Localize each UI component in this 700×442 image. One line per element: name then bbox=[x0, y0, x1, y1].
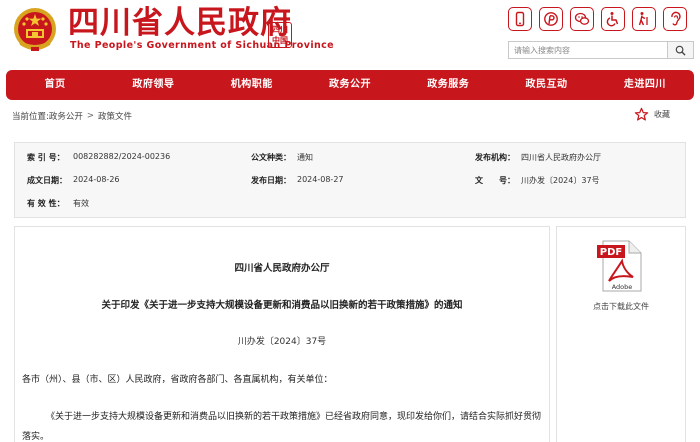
national-emblem-icon bbox=[14, 8, 56, 51]
article-issuer: 四川省人民政府办公厅 bbox=[234, 263, 330, 274]
accessibility-icon[interactable] bbox=[601, 7, 625, 31]
article-title: 关于印发《关于进一步支持大规模设备更新和消费品以旧换新的若干政策措施》的通知 bbox=[101, 300, 463, 311]
nav-leaders[interactable]: 政府领导 bbox=[104, 70, 202, 100]
info-index: 索 引 号： 008282882/2024-00236 bbox=[27, 152, 170, 163]
nav-functions[interactable]: 机构职能 bbox=[203, 70, 301, 100]
breadcrumb-prefix: 当前位置: bbox=[12, 112, 49, 122]
info-docno-value: 川办发〔2024〕37号 bbox=[521, 176, 600, 185]
info-org-value: 四川省人民政府办公厅 bbox=[521, 153, 601, 162]
info-index-label: 索 引 号： bbox=[27, 153, 65, 162]
info-type-value: 通知 bbox=[297, 153, 313, 162]
adobe-text: Adobe bbox=[612, 283, 633, 291]
pdf-file-icon[interactable]: PDF Adobe bbox=[597, 239, 643, 293]
site-title[interactable]: 四川省人民政府 bbox=[68, 5, 292, 41]
nav-about-sichuan[interactable]: 走进四川 bbox=[596, 70, 694, 100]
info-org: 发布机构： 四川省人民政府办公厅 bbox=[475, 152, 601, 163]
info-created: 成文日期： 2024-08-26 bbox=[27, 175, 120, 186]
info-validity: 有 效 性： 有效 bbox=[27, 198, 89, 209]
breadcrumb-item-public-affairs[interactable]: 政务公开 bbox=[49, 110, 83, 122]
nav-services[interactable]: 政务服务 bbox=[399, 70, 497, 100]
download-panel: PDF Adobe 点击下载此文件 bbox=[556, 226, 686, 442]
article-paragraph: 《关于进一步支持大规模设备更新和消费品以旧换新的若干政策措施》已经省政府同意，现… bbox=[22, 412, 542, 442]
info-validity-value: 有效 bbox=[73, 199, 89, 208]
star-icon bbox=[634, 107, 649, 121]
download-file-link[interactable]: 点击下载此文件 bbox=[557, 301, 685, 312]
wechat-icon[interactable] bbox=[570, 7, 594, 31]
search-input[interactable] bbox=[509, 42, 659, 58]
header-tools bbox=[508, 7, 687, 31]
article-body: 四川省人民政府办公厅 关于印发《关于进一步支持大规模设备更新和消费品以旧换新的若… bbox=[14, 226, 550, 442]
info-created-value: 2024-08-26 bbox=[73, 175, 120, 184]
favorite-button[interactable]: 收藏 bbox=[634, 107, 670, 122]
pinterest-icon[interactable] bbox=[539, 7, 563, 31]
search-button[interactable] bbox=[667, 42, 693, 58]
info-created-label: 成文日期： bbox=[27, 176, 67, 185]
info-published: 发布日期： 2024-08-27 bbox=[251, 175, 344, 186]
pdf-badge-text: PDF bbox=[600, 247, 622, 258]
site-seal: 四川 中国 bbox=[268, 22, 292, 48]
info-docno: 文 号： 川办发〔2024〕37号 bbox=[475, 175, 600, 186]
search-icon bbox=[675, 45, 686, 56]
breadcrumb-item-policy-docs[interactable]: 政策文件 bbox=[98, 110, 132, 122]
ear-icon[interactable] bbox=[663, 7, 687, 31]
breadcrumb-separator: > bbox=[86, 111, 95, 121]
info-type: 公文种类： 通知 bbox=[251, 152, 313, 163]
document-info-panel: 索 引 号： 008282882/2024-00236 公文种类： 通知 发布机… bbox=[14, 142, 686, 218]
main-nav: 首页 政府领导 机构职能 政务公开 政务服务 政民互动 走进四川 bbox=[6, 70, 694, 100]
nav-home[interactable]: 首页 bbox=[6, 70, 104, 100]
info-docno-label: 文 号： bbox=[475, 176, 515, 185]
info-validity-label: 有 效 性： bbox=[27, 199, 65, 208]
info-index-value: 008282882/2024-00236 bbox=[73, 152, 171, 161]
article-doc-number: 川办发〔2024〕37号 bbox=[237, 337, 327, 347]
phone-icon[interactable] bbox=[508, 7, 532, 31]
info-published-value: 2024-08-27 bbox=[297, 175, 344, 184]
elderly-icon[interactable] bbox=[632, 7, 656, 31]
info-published-label: 发布日期： bbox=[251, 176, 291, 185]
site-subtitle: The People's Government of Sichuan Provi… bbox=[70, 40, 335, 51]
info-org-label: 发布机构： bbox=[475, 153, 515, 162]
article-paragraph: 各市（州）、县（市、区）人民政府，省政府各部门、各直属机构，有关单位： bbox=[22, 375, 333, 385]
favorite-label: 收藏 bbox=[654, 110, 670, 119]
nav-interaction[interactable]: 政民互动 bbox=[497, 70, 595, 100]
nav-public-affairs[interactable]: 政务公开 bbox=[301, 70, 399, 100]
breadcrumb: 当前位置: 政务公开 > 政策文件 bbox=[12, 110, 132, 122]
info-type-label: 公文种类： bbox=[251, 153, 291, 162]
site-header: 四川省人民政府 The People's Government of Sichu… bbox=[0, 0, 700, 66]
search-box bbox=[508, 41, 694, 59]
